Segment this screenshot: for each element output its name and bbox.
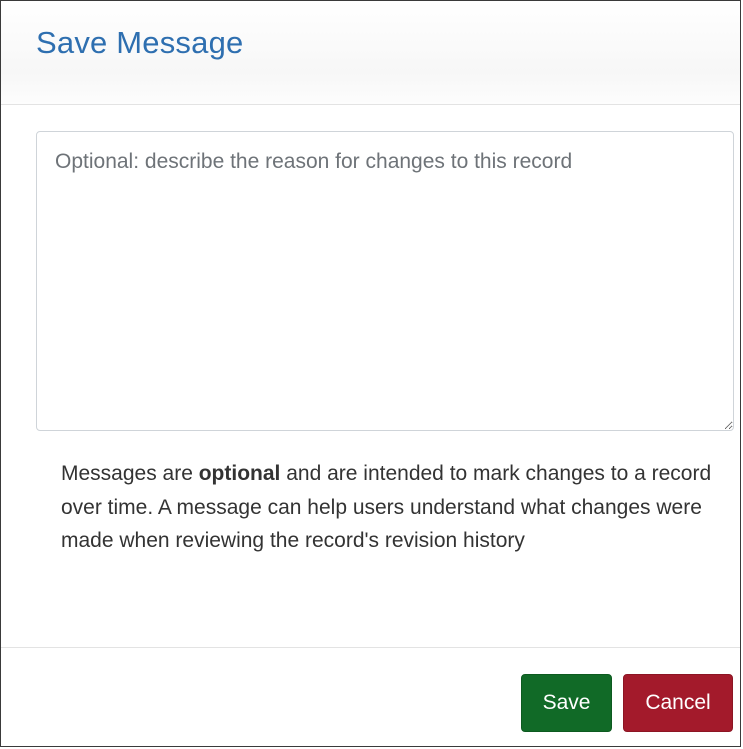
dialog-header: Save Message — [1, 1, 740, 105]
save-button[interactable]: Save — [521, 674, 612, 732]
dialog-title: Save Message — [36, 25, 244, 60]
save-message-textarea[interactable] — [36, 131, 734, 431]
save-message-dialog: Save Message Messages are optional and a… — [0, 0, 741, 747]
help-text-intro: Messages are — [61, 462, 199, 485]
dialog-footer: Save Cancel — [1, 647, 740, 748]
help-text: Messages are optional and are intended t… — [61, 457, 721, 558]
help-text-emphasis: optional — [198, 462, 281, 485]
cancel-button[interactable]: Cancel — [623, 674, 733, 732]
